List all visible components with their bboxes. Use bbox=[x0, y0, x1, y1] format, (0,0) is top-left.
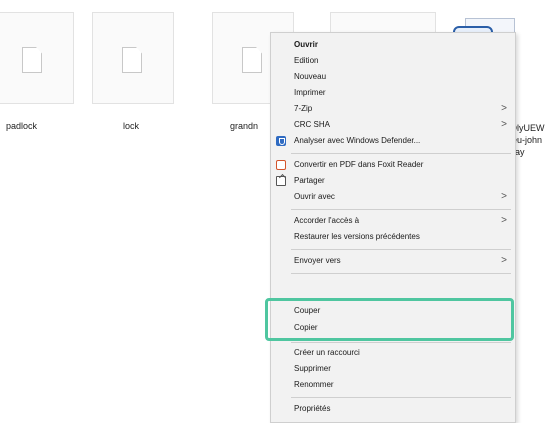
menu-item-label: Nouveau bbox=[294, 72, 327, 81]
file-tile-padlock[interactable] bbox=[0, 12, 74, 104]
file-label-grandn: grandn bbox=[230, 121, 259, 131]
menu-item-partager[interactable]: Partager bbox=[271, 173, 515, 189]
chevron-right-icon: > bbox=[501, 119, 507, 130]
menu-separator bbox=[291, 397, 511, 398]
menu-item-proprietes[interactable]: Propriétés bbox=[271, 401, 515, 417]
menu-item-label: Restaurer les versions précédentes bbox=[294, 232, 420, 241]
menu-item-label: 7-Zip bbox=[294, 104, 313, 113]
menu-item-label: Edition bbox=[294, 56, 319, 65]
menu-item-7zip[interactable]: 7-Zip > bbox=[271, 101, 515, 117]
share-icon bbox=[276, 176, 286, 186]
menu-item-crc-sha[interactable]: CRC SHA > bbox=[271, 117, 515, 133]
menu-item-label: Ouvrir avec bbox=[294, 192, 335, 201]
menu-item-envoyer-vers[interactable]: Envoyer vers > bbox=[271, 253, 515, 269]
chevron-right-icon: > bbox=[501, 103, 507, 114]
menu-item-label: Accorder l'accès à bbox=[294, 216, 360, 225]
file-label-lock: lock bbox=[123, 121, 140, 131]
menu-item-windows-defender[interactable]: Analyser avec Windows Defender... bbox=[271, 133, 515, 149]
menu-item-label: Propriétés bbox=[294, 404, 331, 413]
menu-item-label: CRC SHA bbox=[294, 120, 331, 129]
menu-separator bbox=[291, 273, 511, 274]
menu-item-nouveau[interactable]: Nouveau bbox=[271, 69, 515, 85]
menu-item-label: Analyser avec Windows Defender... bbox=[294, 136, 421, 145]
file-label-padlock: padlock bbox=[6, 121, 38, 131]
windows-defender-icon bbox=[276, 136, 286, 146]
menu-item-label: Imprimer bbox=[294, 88, 326, 97]
menu-item-ouvrir[interactable]: Ouvrir bbox=[271, 37, 515, 53]
menu-item-label: Renommer bbox=[294, 380, 334, 389]
document-icon bbox=[242, 47, 262, 73]
menu-item-label: Convertir en PDF dans Foxit Reader bbox=[294, 160, 424, 169]
chevron-right-icon: > bbox=[501, 255, 507, 266]
menu-separator bbox=[291, 249, 511, 250]
document-icon bbox=[122, 47, 142, 73]
menu-separator bbox=[291, 153, 511, 154]
menu-item-restaurer-versions[interactable]: Restaurer les versions précédentes bbox=[271, 229, 515, 245]
menu-item-label: Envoyer vers bbox=[294, 256, 341, 265]
menu-item-imprimer[interactable]: Imprimer bbox=[271, 85, 515, 101]
menu-item-label: Ouvrir bbox=[294, 40, 319, 49]
menu-separator bbox=[291, 209, 511, 210]
menu-separator bbox=[291, 342, 511, 343]
highlight-box bbox=[265, 298, 514, 341]
chevron-right-icon: > bbox=[501, 191, 507, 202]
menu-item-label: Créer un raccourci bbox=[294, 348, 360, 357]
file-tile-lock[interactable] bbox=[92, 12, 174, 104]
menu-item-accorder-acces[interactable]: Accorder l'accès à > bbox=[271, 213, 515, 229]
menu-item-creer-raccourci[interactable]: Créer un raccourci bbox=[271, 345, 515, 361]
document-icon bbox=[22, 47, 42, 73]
menu-item-foxit[interactable]: Convertir en PDF dans Foxit Reader bbox=[271, 157, 515, 173]
foxit-reader-icon bbox=[276, 160, 286, 170]
menu-item-ouvrir-avec[interactable]: Ouvrir avec > bbox=[271, 189, 515, 205]
menu-item-supprimer[interactable]: Supprimer bbox=[271, 361, 515, 377]
menu-item-renommer[interactable]: Renommer bbox=[271, 377, 515, 393]
menu-item-edition[interactable]: Edition bbox=[271, 53, 515, 69]
menu-item-label: Partager bbox=[294, 176, 325, 185]
chevron-right-icon: > bbox=[501, 215, 507, 226]
context-menu: Ouvrir Edition Nouveau Imprimer 7-Zip > C… bbox=[270, 32, 516, 423]
menu-item-label: Supprimer bbox=[294, 364, 331, 373]
